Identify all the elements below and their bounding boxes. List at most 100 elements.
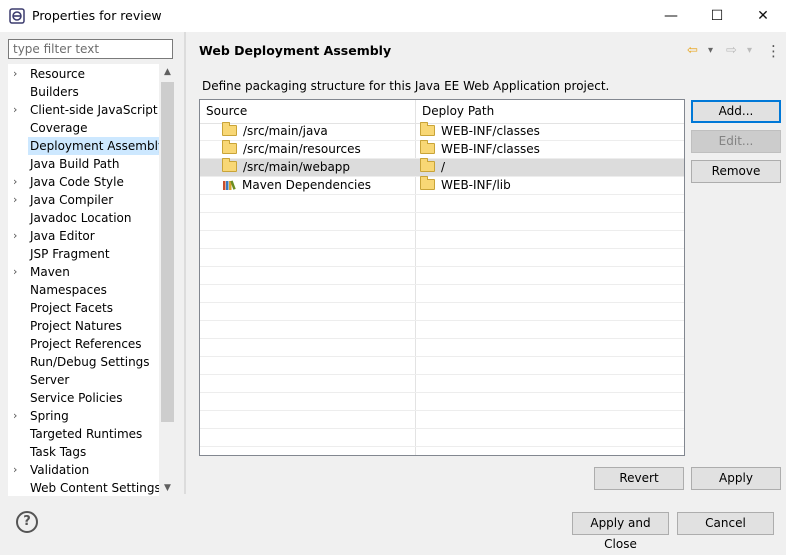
tree-item-label: Project References [30,337,142,351]
help-icon[interactable]: ? [16,511,38,533]
source-cell: /src/main/java [222,122,328,141]
folder-icon [222,122,237,136]
tree-item-label: Java Editor [30,229,95,243]
revert-button[interactable]: Revert [594,467,684,490]
view-menu-icon[interactable]: ⋮ [766,42,781,60]
tree-item[interactable]: Service Policies [8,389,160,407]
eclipse-app-icon [9,8,25,24]
tree-item-label: Project Natures [30,319,122,333]
edit-button: Edit... [691,130,781,153]
cancel-button[interactable]: Cancel [677,512,774,535]
apply-and-close-button[interactable]: Apply and Close [572,512,669,551]
tree-item[interactable]: › Spring [8,407,160,425]
expand-chevron-icon[interactable]: › [13,101,23,119]
column-header-source[interactable]: Source [206,104,247,118]
table-row[interactable]: Maven Dependencies WEB-INF/lib [200,176,684,195]
source-label: /src/main/webapp [243,160,351,174]
tree-item[interactable]: Project Facets [8,299,160,317]
add-button[interactable]: Add... [691,100,781,123]
column-header-deploy-path[interactable]: Deploy Path [422,104,494,118]
deploy-path-cell: WEB-INF/classes [420,140,540,159]
tree-item[interactable]: › Validation [8,461,160,479]
tree-item-label: Java Compiler [30,193,114,207]
tree-item-label: Namespaces [30,283,107,297]
tree-item-label: Coverage [30,121,88,135]
table-row[interactable]: /src/main/java WEB-INF/classes [200,122,684,141]
sort-indicator-icon: ^ [303,99,311,107]
tree-item[interactable]: JSP Fragment [8,245,160,263]
tree-item[interactable]: Coverage [8,119,160,137]
tree-scrollbar[interactable]: ▲ ▼ [159,64,176,496]
back-dropdown-icon[interactable]: ▾ [708,42,713,60]
tree-item[interactable]: › Java Code Style [8,173,160,191]
table-row[interactable]: /src/main/webapp / [200,158,684,177]
folder-icon [420,140,435,154]
empty-table-row [200,303,684,321]
source-label: /src/main/resources [243,142,361,156]
empty-table-row [200,429,684,447]
deployment-table[interactable]: Source ^ Deploy Path /src/main/java WEB-I… [199,99,685,456]
table-header: Source ^ Deploy Path [200,100,684,124]
title-bar: Properties for review — ☐ ✕ [0,0,786,32]
expand-chevron-icon[interactable]: › [13,407,23,425]
expand-chevron-icon[interactable]: › [13,227,23,245]
tree-item[interactable]: › Client-side JavaScript [8,101,160,119]
back-arrow-icon[interactable]: ⇦ [687,42,698,60]
expand-chevron-icon[interactable]: › [13,191,23,209]
tree-item[interactable]: Namespaces [8,281,160,299]
tree-item-label: Maven [30,265,70,279]
source-cell: /src/main/resources [222,140,361,159]
minimize-button[interactable]: — [648,0,694,32]
expand-chevron-icon[interactable]: › [13,461,23,479]
tree-item[interactable]: Deployment Assembly [8,137,168,155]
expand-chevron-icon[interactable]: › [13,173,23,191]
tree-item-label: JSP Fragment [30,247,110,261]
tree-item[interactable]: Java Build Path [8,155,160,173]
tree-item[interactable]: › Java Compiler [8,191,160,209]
tree-item-label: Server [30,373,70,387]
apply-button[interactable]: Apply [691,467,781,490]
tree-item[interactable]: › Resource [8,65,160,83]
panel-sash[interactable] [184,32,186,494]
tree-item-label: Task Tags [30,445,87,459]
maximize-icon: ☐ [710,8,724,24]
tree-item[interactable]: Task Tags [8,443,160,461]
maximize-button[interactable]: ☐ [694,0,740,32]
property-tree[interactable]: › Resource Builders › Client-side JavaScript… [8,64,176,496]
tree-item[interactable]: › Java Editor [8,227,160,245]
tree-item[interactable]: Web Content Settings [8,479,161,496]
scroll-up-icon[interactable]: ▲ [159,64,176,80]
filter-input[interactable] [8,39,173,59]
expand-chevron-icon[interactable]: › [13,263,23,281]
tree-item[interactable]: Run/Debug Settings [8,353,160,371]
empty-table-row [200,375,684,393]
empty-table-row [200,447,684,455]
remove-button[interactable]: Remove [691,160,781,183]
library-icon [223,179,236,190]
empty-table-row [200,357,684,375]
tree-item[interactable]: › Maven [8,263,160,281]
forward-arrow-icon[interactable]: ⇨ [726,42,737,60]
table-row[interactable]: /src/main/resources WEB-INF/classes [200,140,684,159]
tree-item[interactable]: Project Natures [8,317,160,335]
forward-dropdown-icon[interactable]: ▾ [747,42,752,60]
close-button[interactable]: ✕ [740,0,786,32]
minimize-icon: — [664,8,678,24]
tree-item[interactable]: Targeted Runtimes [8,425,160,443]
tree-item-label: Project Facets [30,301,113,315]
tree-item[interactable]: Server [8,371,160,389]
scrollbar-thumb[interactable] [161,82,174,422]
folder-icon [420,158,435,172]
empty-table-row [200,321,684,339]
source-label: /src/main/java [243,124,328,138]
expand-chevron-icon[interactable]: › [13,65,23,83]
tree-item-label: Client-side JavaScript [30,103,158,117]
deploy-path-label: / [441,160,446,174]
scroll-down-icon[interactable]: ▼ [159,480,176,496]
deploy-path-label: WEB-INF/classes [441,124,540,138]
tree-item[interactable]: Builders [8,83,160,101]
folder-icon [420,176,435,190]
tree-item[interactable]: Javadoc Location [8,209,160,227]
tree-item-label: Run/Debug Settings [30,355,150,369]
tree-item[interactable]: Project References [8,335,160,353]
